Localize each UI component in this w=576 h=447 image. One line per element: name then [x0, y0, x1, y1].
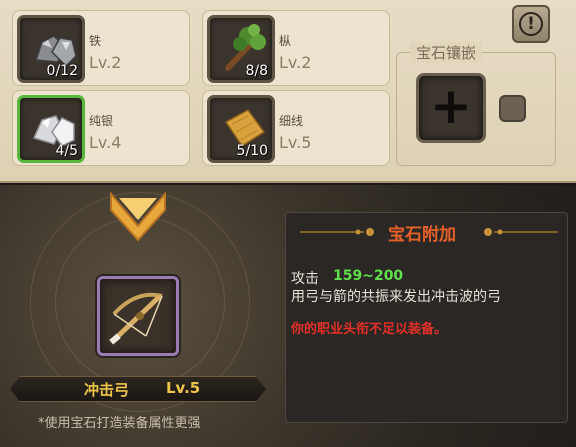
item-description: 用弓与箭的共振来发出冲击波的弓	[291, 289, 501, 305]
material-count: 5/10	[236, 143, 268, 159]
attack-value: 159~200	[333, 268, 404, 284]
down-arrow-icon	[110, 191, 166, 242]
equip-warning: 你的职业头衔不足以装备。	[291, 322, 448, 337]
exclamation-icon: !	[519, 12, 543, 36]
material-level: Lv.4	[89, 133, 122, 152]
title-ornament-right	[484, 228, 558, 236]
gem-toggle-checkbox[interactable]	[499, 95, 526, 122]
attack-label: 攻击	[291, 271, 319, 287]
material-slot[interactable]: 0/12	[17, 15, 85, 83]
material-name: 细线	[279, 114, 304, 128]
material-card-silver[interactable]: 4/5 纯银 Lv.4	[12, 90, 190, 166]
material-name: 枞	[279, 34, 292, 48]
material-count: 0/12	[46, 63, 78, 79]
material-level: Lv.5	[279, 133, 312, 152]
material-level: Lv.2	[279, 53, 312, 72]
material-card-iron[interactable]: 0/12 铁 Lv.2	[12, 10, 190, 86]
material-slot-selected[interactable]: 4/5	[17, 95, 85, 163]
material-level: Lv.2	[89, 53, 122, 72]
material-count: 8/8	[245, 63, 268, 79]
material-count: 4/5	[55, 143, 78, 159]
material-card-fir[interactable]: 8/8 枞 Lv.2	[202, 10, 390, 86]
item-name: 冲击弓	[84, 381, 130, 399]
gem-inlay-title: 宝石镶嵌	[410, 42, 483, 63]
material-slot[interactable]: 8/8	[207, 15, 275, 83]
info-button[interactable]: !	[512, 5, 550, 43]
material-name: 纯银	[89, 114, 114, 128]
crafted-item-slot[interactable]	[97, 276, 179, 356]
item-name-banner	[10, 376, 266, 402]
material-card-thread[interactable]: 5/10 细线 Lv.5	[202, 90, 390, 166]
material-name: 铁	[89, 34, 102, 48]
item-level: Lv.5	[166, 379, 201, 397]
plus-icon: +	[430, 77, 472, 135]
crossbow-icon	[109, 292, 163, 345]
hint-text: *使用宝石打造装备属性更强	[38, 416, 201, 431]
gem-bonus-title: 宝石附加	[388, 225, 456, 245]
title-ornament-left	[300, 228, 374, 236]
material-slot[interactable]: 5/10	[207, 95, 275, 163]
add-gem-button[interactable]: +	[416, 73, 486, 143]
